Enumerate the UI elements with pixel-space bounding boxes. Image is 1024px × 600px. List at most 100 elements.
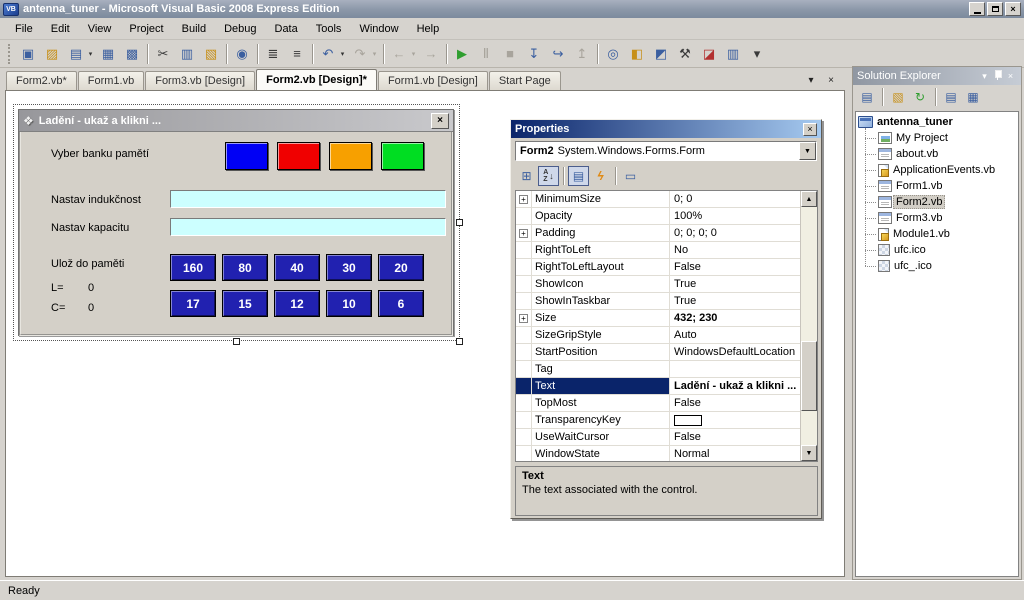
save-button[interactable]: ▦ <box>97 43 119 65</box>
tab-list-dropdown-icon[interactable]: ▾ <box>804 75 818 86</box>
navigate-backward-dropdown-icon[interactable]: ▾ <box>409 50 418 58</box>
memory-button-30[interactable]: 30 <box>326 254 372 281</box>
inductance-textbox[interactable] <box>170 190 446 208</box>
navigate-forward-button[interactable]: → <box>420 43 442 65</box>
object-selector-dropdown-icon[interactable]: ▼ <box>799 142 816 160</box>
menu-build[interactable]: Build <box>173 20 215 38</box>
se-properties-button[interactable]: ▤ <box>857 87 877 107</box>
open-file-button[interactable]: ▨ <box>41 43 63 65</box>
redo-dropdown-icon[interactable]: ▾ <box>370 50 379 58</box>
uncomment-lines-button[interactable]: ≡ <box>286 43 308 65</box>
memory-button-10[interactable]: 10 <box>326 290 372 317</box>
tab-form2-design[interactable]: Form2.vb [Design]* <box>256 69 377 90</box>
categorized-button[interactable]: ⊞ <box>516 166 537 186</box>
immediate-window-button[interactable]: ▥ <box>722 43 744 65</box>
memory-button-6[interactable]: 6 <box>378 290 424 317</box>
tree-item-applicationevents[interactable]: ApplicationEvents.vb <box>878 162 1018 178</box>
resize-handle-right[interactable] <box>456 219 463 226</box>
paste-button[interactable]: ▧ <box>200 43 222 65</box>
refresh-button[interactable]: ↻ <box>910 87 930 107</box>
solution-explorer-button[interactable]: ◎ <box>602 43 624 65</box>
expand-icon[interactable]: + <box>519 314 528 323</box>
close-button[interactable]: × <box>1005 2 1021 16</box>
expand-icon[interactable]: + <box>519 195 528 204</box>
scroll-thumb[interactable] <box>801 341 817 411</box>
tab-form1-code[interactable]: Form1.vb <box>78 71 144 90</box>
undo-dropdown-icon[interactable]: ▾ <box>338 50 347 58</box>
restore-button[interactable] <box>987 2 1003 16</box>
step-over-button[interactable]: ↪ <box>547 43 569 65</box>
memory-button-80[interactable]: 80 <box>222 254 268 281</box>
property-row[interactable]: Tag <box>516 361 817 378</box>
property-row[interactable]: SizeGripStyleAuto <box>516 327 817 344</box>
menu-data[interactable]: Data <box>266 20 307 38</box>
properties-close-button[interactable]: × <box>803 123 817 136</box>
memory-button-12[interactable]: 12 <box>274 290 320 317</box>
bank-button-red[interactable] <box>277 142 320 170</box>
view-designer-button[interactable]: ▦ <box>963 87 983 107</box>
tree-item-project[interactable]: antenna_tuner <box>858 114 1018 130</box>
memory-button-160[interactable]: 160 <box>170 254 216 281</box>
panel-menu-dropdown-icon[interactable]: ▾ <box>978 71 991 82</box>
tab-form1-design[interactable]: Form1.vb [Design] <box>378 71 488 90</box>
property-row[interactable]: RightToLeftNo <box>516 242 817 259</box>
property-row[interactable]: WindowStateNormal <box>516 446 817 462</box>
new-project-button[interactable]: ▣ <box>17 43 39 65</box>
menu-file[interactable]: File <box>6 20 42 38</box>
tab-start-page[interactable]: Start Page <box>489 71 561 90</box>
property-row[interactable]: StartPositionWindowsDefaultLocation <box>516 344 817 361</box>
events-button[interactable]: ϟ <box>590 166 611 186</box>
tree-item-form1[interactable]: Form1.vb <box>878 178 1018 194</box>
memory-button-40[interactable]: 40 <box>274 254 320 281</box>
find-in-files-button[interactable]: ◉ <box>231 43 253 65</box>
designed-form[interactable]: ❖ Ladění - ukaž a klikni ... × Vyber ban… <box>18 109 454 336</box>
menu-window[interactable]: Window <box>350 20 407 38</box>
break-all-button[interactable]: Ⅱ <box>475 43 497 65</box>
memory-button-20[interactable]: 20 <box>378 254 424 281</box>
menu-tools[interactable]: Tools <box>307 20 351 38</box>
redo-button[interactable]: ↷ <box>349 43 371 65</box>
menu-help[interactable]: Help <box>408 20 449 38</box>
navigate-backward-button[interactable]: ← <box>388 43 410 65</box>
view-code-button[interactable]: ▤ <box>941 87 961 107</box>
expand-icon[interactable]: + <box>519 229 528 238</box>
property-row[interactable]: +MinimumSize0; 0 <box>516 191 817 208</box>
menu-edit[interactable]: Edit <box>42 20 79 38</box>
start-debugging-button[interactable]: ▶ <box>451 43 473 65</box>
close-tab-icon[interactable]: × <box>824 75 838 86</box>
comment-lines-button[interactable]: ≣ <box>262 43 284 65</box>
tree-item-about[interactable]: about.vb <box>878 146 1018 162</box>
menu-view[interactable]: View <box>79 20 121 38</box>
property-grid-scrollbar[interactable]: ▲ ▼ <box>800 191 817 461</box>
scroll-down-button[interactable]: ▼ <box>801 445 817 461</box>
step-out-button[interactable]: ↥ <box>571 43 593 65</box>
capacity-textbox[interactable] <box>170 218 446 236</box>
minimize-button[interactable] <box>969 2 985 16</box>
property-row[interactable]: TopMostFalse <box>516 395 817 412</box>
save-all-button[interactable]: ▩ <box>121 43 143 65</box>
panel-close-icon[interactable]: × <box>1004 71 1017 81</box>
show-all-files-button[interactable]: ▧ <box>888 87 908 107</box>
property-row[interactable]: Opacity100% <box>516 208 817 225</box>
pin-icon[interactable] <box>991 70 1004 82</box>
menu-project[interactable]: Project <box>120 20 172 38</box>
property-row[interactable]: UseWaitCursorFalse <box>516 429 817 446</box>
property-row[interactable]: ShowInTaskbarTrue <box>516 293 817 310</box>
menu-debug[interactable]: Debug <box>215 20 265 38</box>
properties-view-button[interactable]: ▤ <box>568 166 589 186</box>
property-row[interactable]: +Size432; 230 <box>516 310 817 327</box>
tab-form3-design[interactable]: Form3.vb [Design] <box>145 71 255 90</box>
designed-form-close-button[interactable]: × <box>431 113 449 129</box>
toolbar-options-button[interactable]: ▾ <box>746 43 768 65</box>
property-row[interactable]: +Padding0; 0; 0; 0 <box>516 225 817 242</box>
copy-button[interactable]: ▥ <box>176 43 198 65</box>
tree-item-form2[interactable]: Form2.vb <box>878 194 1018 210</box>
stop-debugging-button[interactable]: ■ <box>499 43 521 65</box>
tab-form2-code[interactable]: Form2.vb* <box>6 71 77 90</box>
object-selector-combobox[interactable]: Form2 System.Windows.Forms.Form ▼ <box>515 141 817 161</box>
property-row[interactable]: RightToLeftLayoutFalse <box>516 259 817 276</box>
toolbox-button[interactable]: ⚒ <box>674 43 696 65</box>
scroll-up-button[interactable]: ▲ <box>801 191 817 207</box>
tree-item-my-project[interactable]: My Project <box>878 130 1018 146</box>
tree-item-ufc-ico[interactable]: ufc.ico <box>878 242 1018 258</box>
